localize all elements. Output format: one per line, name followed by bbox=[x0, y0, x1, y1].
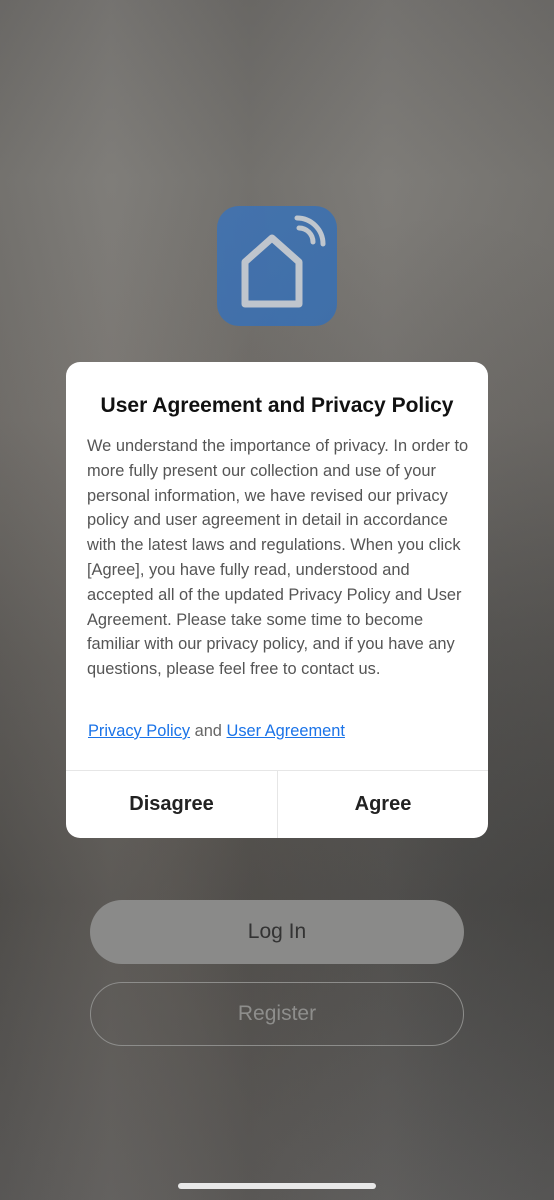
dialog-links: Privacy Policy and User Agreement bbox=[88, 722, 345, 741]
and-text: and bbox=[194, 722, 222, 740]
login-button[interactable]: Log In bbox=[90, 900, 464, 964]
user-agreement-link[interactable]: User Agreement bbox=[227, 722, 345, 740]
disagree-button[interactable]: Disagree bbox=[66, 771, 277, 838]
dialog-body-text: We understand the importance of privacy.… bbox=[87, 437, 469, 679]
privacy-policy-link[interactable]: Privacy Policy bbox=[88, 722, 190, 740]
smart-home-icon bbox=[217, 206, 337, 326]
home-indicator[interactable] bbox=[178, 1183, 376, 1189]
register-button[interactable]: Register bbox=[90, 982, 464, 1046]
privacy-dialog: User Agreement and Privacy Policy We und… bbox=[66, 362, 488, 838]
dialog-title: User Agreement and Privacy Policy bbox=[100, 394, 454, 417]
agree-button[interactable]: Agree bbox=[278, 771, 488, 838]
